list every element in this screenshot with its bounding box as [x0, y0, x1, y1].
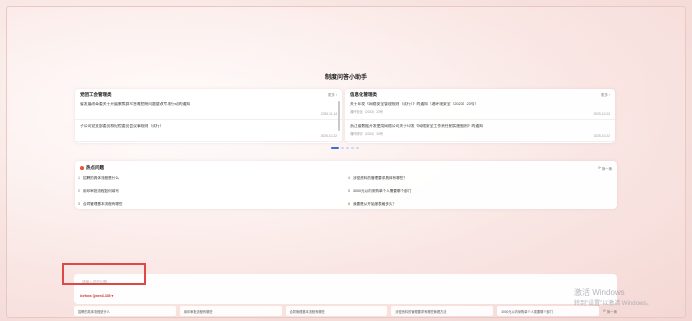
refresh-icon: ⟳: [597, 166, 601, 170]
item-title: 子公司党支部委员和纪检委员会议事规则（试行）: [80, 124, 164, 128]
suggestion-chip[interactable]: 3000元以内采购单个人需要哪个部门: [497, 306, 599, 316]
item-date: 2025-10-22: [320, 134, 337, 138]
card-it-management: 信息化管理类 更多 › 关于印发《网络安全管理规则（试行）》的通知（湘环境安全〔2…: [345, 89, 615, 143]
hot-title: 热点问题: [80, 165, 104, 171]
watermark-line1: 激活 Windows: [574, 288, 625, 297]
hot-question[interactable]: 3 合同管理基本流程有哪些: [78, 202, 348, 207]
hot-questions-grid: 1 招聘的具体流程是什么 4 涉密资料的管理要求具体有哪些？ 2 用印审批流程如何填写…: [78, 176, 618, 207]
list-item[interactable]: 省发展改革委关于开展聚焦群众急难愁盼问题整改专项行动的通知 2025-11-14: [75, 98, 342, 120]
carousel-dots: [331, 147, 359, 149]
carousel-dot[interactable]: [341, 147, 344, 149]
fire-icon: [80, 165, 84, 170]
list-item[interactable]: 浙江省数据开发使用网络公司关于印发《网络安全工作责任制实施细则》的通知 湘环研字…: [345, 120, 615, 142]
suggest-swap-button[interactable]: ⟳ 换一换: [603, 306, 617, 316]
item-date: 2025-11-14: [320, 112, 337, 116]
list-item[interactable]: 关于印发《网络安全管理规则（试行）》的通知（湘环境安全〔2023〕23号） 湘环…: [345, 98, 615, 120]
hot-question[interactable]: 5 3000元以内采购单个人需要哪个部门: [348, 189, 618, 194]
watermark-line2: 转到"设置"以激活 Windows。: [574, 301, 653, 307]
hot-question[interactable]: 4 涉密资料的管理要求具体有哪些？: [348, 176, 618, 181]
item-date: 2025-10-22: [593, 134, 610, 138]
suggestion-chip[interactable]: 招聘的具体流程是什么: [74, 306, 176, 316]
item-title: 关于印发《网络安全管理规则（试行）》的通知（湘环境安全〔2023〕23号）: [350, 102, 479, 106]
model-selector[interactable]: Icefoxs Qwen3-335 ▾: [80, 294, 113, 298]
more-link[interactable]: 更多 ›: [601, 93, 610, 98]
suggestion-chip[interactable]: 合同管理基本流程有哪些: [285, 306, 388, 316]
hot-question[interactable]: 6 我要是从开始报表格多久？: [348, 202, 618, 207]
suggestion-chip[interactable]: 涉密资料的管理要求有哪些管理方法: [391, 306, 494, 316]
item-doc-number: 湘环研字〔2024〕34号: [350, 132, 383, 136]
hot-question[interactable]: 1 招聘的具体流程是什么: [78, 176, 348, 181]
chevron-right-icon: ›: [335, 93, 337, 97]
refresh-icon: ⟳: [602, 309, 606, 313]
more-link[interactable]: 更多 ›: [328, 93, 337, 98]
item-date: 2025-10-03: [593, 112, 610, 116]
swap-button[interactable]: ⟳ 换一换: [598, 166, 612, 171]
item-title: 省发展改革委关于开展聚焦群众急难愁盼问题整改专项行动的通知: [80, 102, 191, 106]
chat-input-area: Icefoxs Qwen3-335 ▾: [74, 274, 617, 304]
carousel-dot[interactable]: [346, 147, 349, 149]
scrollbar[interactable]: [338, 101, 340, 131]
item-doc-number: 湘环安全〔2023〕23号: [350, 110, 383, 114]
windows-activation-watermark: 激活 Windows 转到"设置"以激活 Windows。: [574, 287, 652, 307]
suggestion-chip[interactable]: 用印审批流程有哪些: [179, 306, 282, 316]
carousel-dot[interactable]: [331, 147, 339, 149]
suggestion-row: 招聘的具体流程是什么 用印审批流程有哪些 合同管理基本流程有哪些 涉密资料的管理…: [74, 306, 617, 316]
chevron-right-icon: ›: [608, 93, 610, 97]
carousel-dot[interactable]: [356, 147, 359, 149]
app-title: 制度问答小助手: [324, 75, 367, 81]
list-item[interactable]: 子公司党支部委员和纪检委员会议事规则（试行） 2025-10-22: [75, 120, 342, 142]
highlight-box: [62, 263, 146, 285]
carousel-dot[interactable]: [351, 147, 354, 149]
item-title: 浙江省数据开发使用网络公司关于印发《网络安全工作责任制实施细则》的通知: [350, 124, 483, 128]
hot-question[interactable]: 2 用印审批流程如何填写: [78, 189, 348, 194]
card-party-affairs: 党团工会管理类 更多 › 省发展改革委关于开展聚焦群众急难愁盼问题整改专项行动的通…: [75, 89, 342, 143]
